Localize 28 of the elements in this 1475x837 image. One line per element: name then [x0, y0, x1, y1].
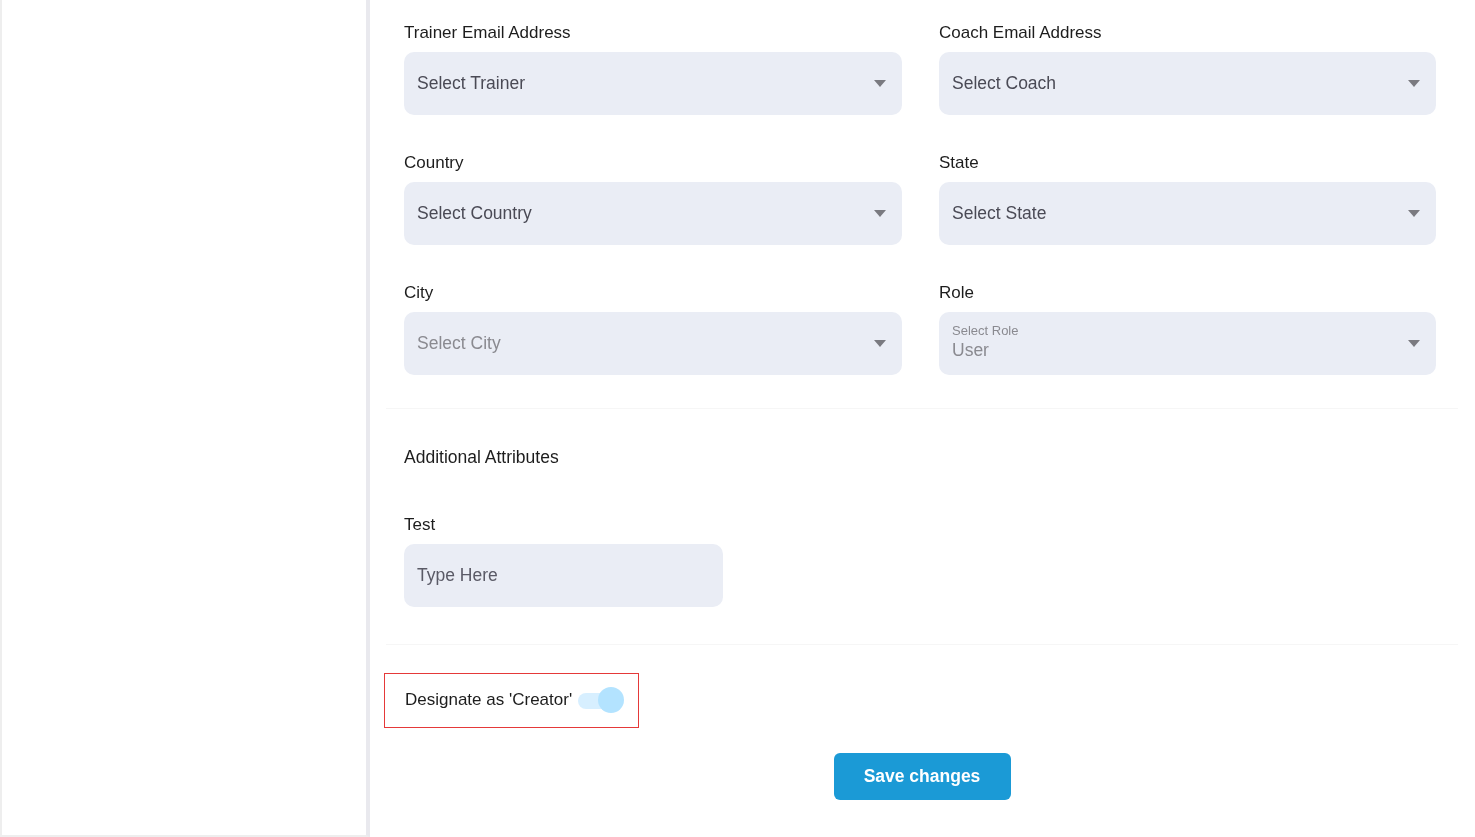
dropdown-field[interactable]: Select Coach — [939, 51, 1436, 115]
dropdown-placeholder: Select Country — [417, 201, 532, 225]
dropdown-field[interactable]: Select State — [939, 181, 1436, 245]
caret-icon — [1408, 339, 1420, 347]
dropdown-placeholder: Select State — [952, 201, 1047, 225]
section-title: Additional Attributes — [404, 446, 559, 469]
field-label: City — [404, 282, 434, 304]
field-label: State — [939, 152, 979, 174]
caret-icon — [1408, 79, 1420, 87]
caret-icon — [874, 79, 886, 87]
caret-icon — [874, 339, 886, 347]
field-label: Coach Email Address — [939, 22, 1102, 44]
field-label: Role — [939, 282, 974, 304]
field-label: Test — [404, 514, 436, 537]
field-label: Trainer Email Address — [404, 22, 571, 44]
toggle-switch[interactable] — [578, 686, 625, 713]
dropdown-value: User — [952, 338, 990, 362]
caret-icon — [1408, 209, 1420, 217]
dropdown-field[interactable]: Select Trainer — [404, 51, 902, 115]
field-label: Country — [404, 152, 464, 174]
text-field[interactable]: Type Here — [404, 543, 723, 607]
dropdown-placeholder: Select Trainer — [417, 71, 525, 95]
dropdown-placeholder: Select City — [417, 331, 501, 355]
dropdown-placeholder: Select Coach — [952, 71, 1057, 95]
floating-label: Select Role — [952, 324, 1019, 339]
toggle-label: Designate as 'Creator' — [405, 689, 573, 711]
caret-icon — [874, 209, 886, 217]
dropdown-field[interactable]: Select Country — [404, 181, 902, 245]
